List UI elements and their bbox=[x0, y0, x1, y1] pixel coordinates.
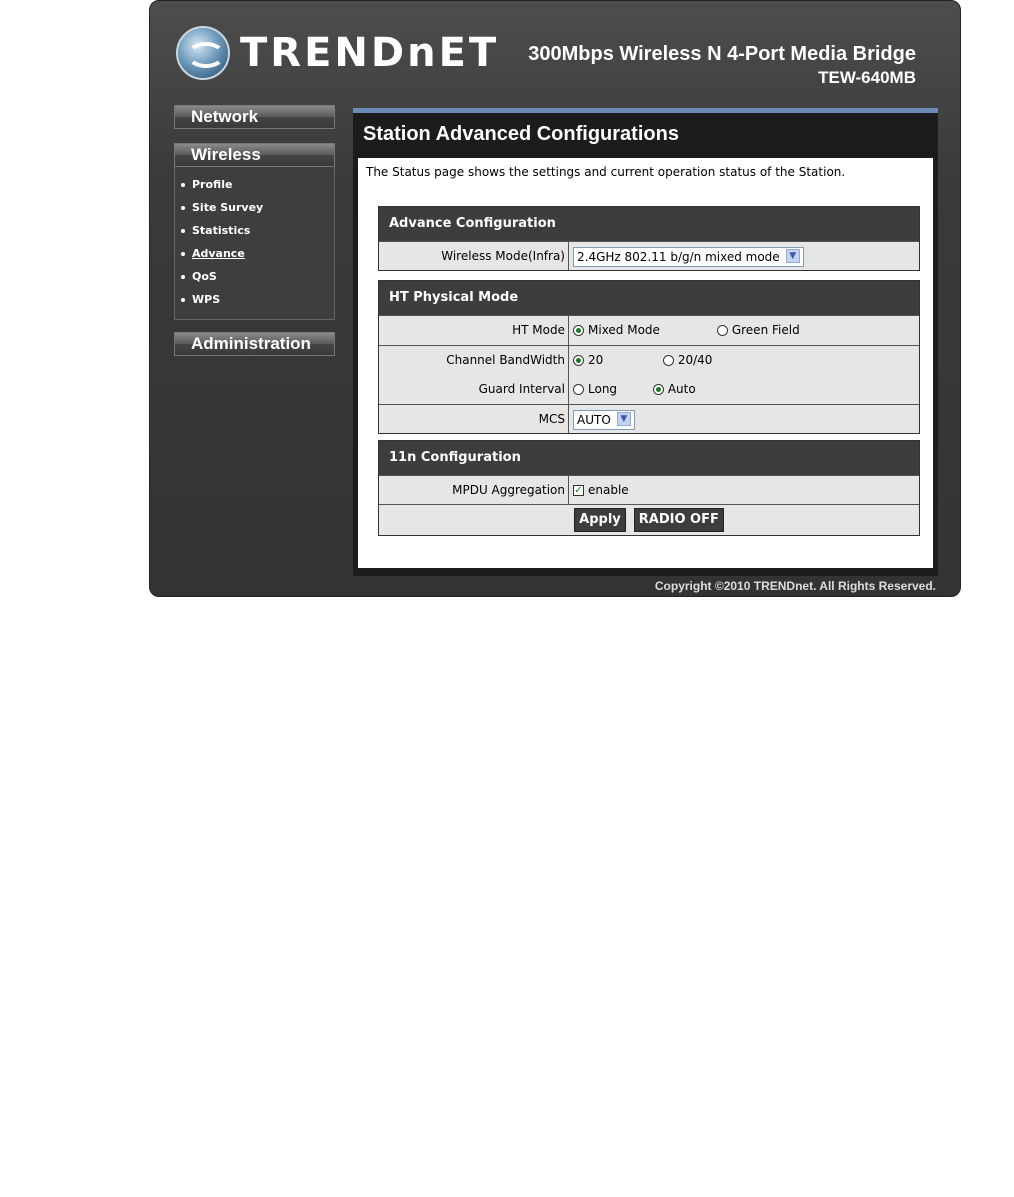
radio-bw-20[interactable] bbox=[573, 355, 584, 366]
section-heading: HT Physical Mode bbox=[379, 281, 919, 315]
subnav-label: WPS bbox=[192, 293, 221, 306]
mpdu-enable-checkbox[interactable]: ✓ bbox=[573, 485, 584, 496]
guard-interval-cell: Long Auto bbox=[569, 375, 919, 404]
mcs-row: MCS AUTO ▼ bbox=[379, 404, 919, 433]
checkbox-label: enable bbox=[588, 483, 629, 497]
ht-mode-green-option[interactable]: Green Field bbox=[716, 316, 800, 345]
radio-green-field[interactable] bbox=[716, 325, 728, 336]
radio-bw-2040[interactable] bbox=[662, 355, 674, 366]
main-content: The Status page shows the settings and c… bbox=[353, 158, 938, 568]
page-title: Station Advanced Configurations bbox=[363, 123, 679, 145]
nav-wireless[interactable]: Wireless bbox=[174, 143, 335, 167]
mcs-label: MCS bbox=[379, 405, 569, 433]
wireless-mode-label: Wireless Mode(Infra) bbox=[379, 242, 569, 270]
radio-mixed-mode[interactable] bbox=[573, 325, 584, 336]
subnav-label: QoS bbox=[192, 270, 217, 283]
subnav-advance[interactable]: Advance bbox=[175, 242, 334, 265]
mcs-select[interactable]: AUTO ▼ bbox=[573, 409, 635, 430]
option-label: Auto bbox=[667, 382, 696, 396]
section-heading: 11n Configuration bbox=[379, 441, 919, 475]
subnav-qos[interactable]: QoS bbox=[175, 265, 334, 288]
option-label: Long bbox=[588, 382, 618, 396]
bandwidth-row: Channel BandWidth 20 20/40 bbox=[379, 345, 919, 375]
section-heading: Advance Configuration bbox=[379, 207, 919, 241]
mpdu-label: MPDU Aggregation bbox=[379, 476, 569, 504]
select-value: AUTO bbox=[577, 412, 611, 427]
bullet-icon bbox=[181, 183, 185, 187]
ht-mode-mixed-option[interactable]: Mixed Mode bbox=[573, 316, 713, 345]
subnav-label: Statistics bbox=[192, 224, 251, 237]
subnav-wps[interactable]: WPS bbox=[175, 288, 334, 311]
left-nav: Network Wireless Profile Site Survey Sta… bbox=[174, 105, 335, 356]
bullet-icon bbox=[181, 298, 185, 302]
option-label: Green Field bbox=[731, 323, 800, 337]
subnav-profile[interactable]: Profile bbox=[175, 173, 334, 196]
trendnet-logo: TRENDnET bbox=[176, 23, 499, 83]
bandwidth-label: Channel BandWidth bbox=[379, 346, 569, 375]
action-row: Apply RADIO OFF bbox=[379, 504, 919, 535]
radio-off-button[interactable]: RADIO OFF bbox=[633, 508, 724, 532]
guard-interval-label: Guard Interval bbox=[379, 375, 569, 404]
subnav-label: Site Survey bbox=[192, 201, 264, 214]
guard-long-option[interactable]: Long bbox=[573, 375, 649, 404]
ht-physical-section: HT Physical Mode HT Mode Mixed Mode Gree… bbox=[378, 280, 920, 434]
subnav-statistics[interactable]: Statistics bbox=[175, 219, 334, 242]
ht-mode-row: HT Mode Mixed Mode Green Field bbox=[379, 315, 919, 345]
subnav-site-survey[interactable]: Site Survey bbox=[175, 196, 334, 219]
wireless-mode-cell: 2.4GHz 802.11 b/g/n mixed mode ▼ bbox=[569, 242, 919, 270]
product-info: 300Mbps Wireless N 4-Port Media Bridge T… bbox=[528, 43, 916, 88]
bandwidth-2040-option[interactable]: 20/40 bbox=[662, 346, 713, 375]
wireless-mode-row: Wireless Mode(Infra) 2.4GHz 802.11 b/g/n… bbox=[379, 241, 919, 270]
bullet-icon bbox=[181, 229, 185, 233]
option-label: 20 bbox=[588, 353, 604, 367]
model-number: TEW-640MB bbox=[818, 68, 916, 87]
mpdu-cell: ✓ enable bbox=[569, 476, 919, 504]
bandwidth-20-option[interactable]: 20 bbox=[573, 346, 659, 375]
advance-config-section: Advance Configuration Wireless Mode(Infr… bbox=[378, 206, 920, 271]
n11-config-section: 11n Configuration MPDU Aggregation ✓ enab… bbox=[378, 440, 920, 536]
subnav-label: Profile bbox=[192, 178, 233, 191]
wireless-submenu: Profile Site Survey Statistics Advance Q… bbox=[174, 167, 335, 320]
bandwidth-cell: 20 20/40 bbox=[569, 346, 919, 375]
mpdu-row: MPDU Aggregation ✓ enable bbox=[379, 475, 919, 504]
guard-auto-option[interactable]: Auto bbox=[652, 375, 696, 404]
content-footer-bar bbox=[353, 568, 938, 576]
guard-interval-row: Guard Interval Long Auto bbox=[379, 375, 919, 404]
subnav-label: Advance bbox=[192, 247, 245, 260]
radio-guard-long[interactable] bbox=[573, 384, 584, 395]
page-description: The Status page shows the settings and c… bbox=[366, 165, 846, 179]
page-header: Station Advanced Configurations bbox=[353, 108, 938, 158]
ht-mode-cell: Mixed Mode Green Field bbox=[569, 316, 919, 345]
nav-network[interactable]: Network bbox=[174, 105, 335, 129]
chevron-down-icon: ▼ bbox=[616, 412, 631, 426]
nav-administration[interactable]: Administration bbox=[174, 332, 335, 356]
wireless-mode-select[interactable]: 2.4GHz 802.11 b/g/n mixed mode ▼ bbox=[573, 246, 804, 267]
logo-text: TRENDnET bbox=[240, 30, 500, 76]
option-label: Mixed Mode bbox=[588, 323, 660, 337]
ht-mode-label: HT Mode bbox=[379, 316, 569, 345]
chevron-down-icon: ▼ bbox=[785, 249, 800, 263]
option-label: 20/40 bbox=[677, 353, 713, 367]
bullet-icon bbox=[181, 275, 185, 279]
bullet-icon bbox=[181, 206, 185, 210]
copyright: Copyright ©2010 TRENDnet. All Rights Res… bbox=[654, 579, 936, 593]
nav-wireless-group: Wireless Profile Site Survey Statistics … bbox=[174, 143, 335, 320]
apply-button[interactable]: Apply bbox=[574, 508, 626, 532]
mcs-cell: AUTO ▼ bbox=[569, 405, 919, 433]
radio-guard-auto[interactable] bbox=[652, 384, 664, 395]
select-value: 2.4GHz 802.11 b/g/n mixed mode bbox=[577, 249, 780, 264]
bullet-icon bbox=[181, 252, 185, 256]
router-frame: TRENDnET 300Mbps Wireless N 4-Port Media… bbox=[149, 0, 961, 597]
trendnet-logo-icon bbox=[176, 26, 230, 80]
product-line: 300Mbps Wireless N 4-Port Media Bridge bbox=[528, 43, 916, 65]
